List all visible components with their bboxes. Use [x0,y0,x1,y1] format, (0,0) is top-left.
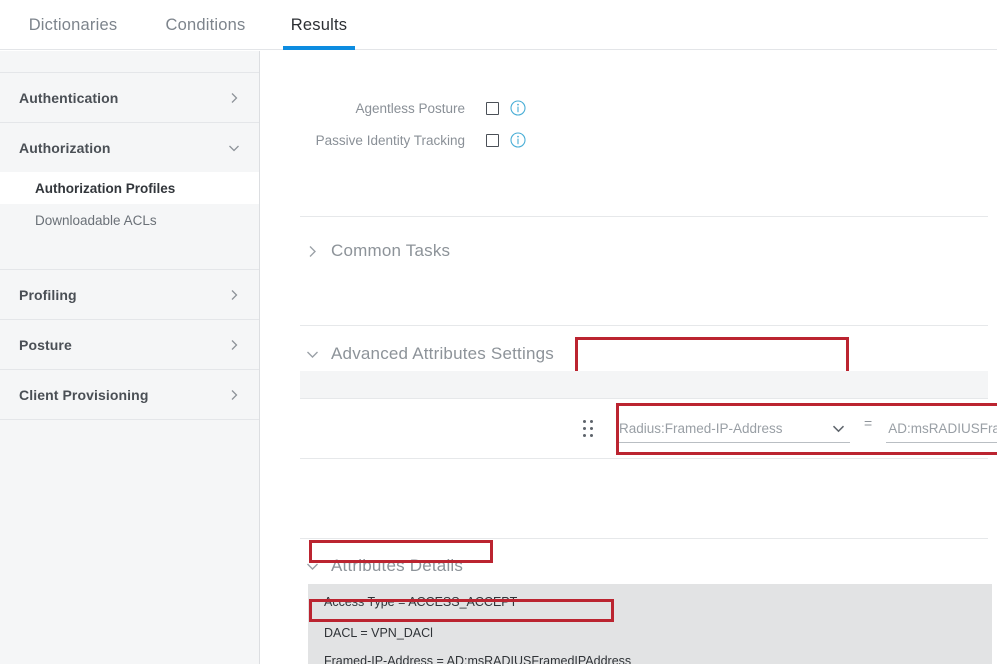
sidebar-group-posture: Posture [0,320,259,370]
attribute-name-select[interactable]: Radius:Framed-IP-Address [617,415,850,443]
sidebar-item-downloadable-acls-label: Downloadable ACLs [35,212,157,228]
info-icon[interactable] [510,132,526,148]
tab-conditions-underline [148,46,263,50]
attribute-detail-line: DACL = VPN_DACl [324,626,433,640]
attribute-value-select-value: AD:msRADIUSFramedIPAddre.. [888,421,997,436]
sidebar-item-authentication-label: Authentication [19,89,119,106]
sidebar-item-posture-label: Posture [19,336,72,353]
sidebar-item-profiling[interactable]: Profiling [0,270,259,319]
tab-results-underline [283,46,355,50]
sidebar-group-authorization: Authorization Authorization Profiles Dow… [0,123,259,270]
sidebar-item-authorization-profiles-label: Authorization Profiles [35,180,176,196]
main-content: Agentless Posture Passive Identity Track… [261,51,997,664]
tab-conditions-label: Conditions [165,15,246,34]
sidebar-item-client-provisioning-label: Client Provisioning [19,386,149,403]
advanced-attribute-row: Radius:Framed-IP-Address = AD:msRADIUSFr… [581,403,997,455]
operator-equals: = [864,415,873,431]
agentless-posture-checkbox[interactable] [486,101,499,115]
sidebar-top-strip [0,51,259,73]
attribute-detail-line: Access Type = ACCESS_ACCEPT [324,595,518,609]
chevron-down-icon [227,141,241,155]
chevron-right-icon [227,338,241,352]
chevron-down-icon [305,559,320,574]
passive-identity-tracking-row: Passive Identity Tracking [310,130,526,150]
tab-results-label: Results [290,15,348,34]
attributes-details-panel: Access Type = ACCESS_ACCEPT DACL = VPN_D… [308,584,992,664]
section-divider [300,216,988,217]
sidebar-group-spacer [0,236,259,269]
sidebar-item-downloadable-acls[interactable]: Downloadable ACLs [0,204,259,236]
sidebar-group-authentication: Authentication [0,73,259,123]
chevron-down-icon [305,347,320,362]
sidebar-item-authorization-label: Authorization [19,139,111,156]
attributes-table-rule [300,458,988,459]
sidebar-item-authorization[interactable]: Authorization [0,123,259,172]
info-icon[interactable] [510,100,526,116]
chevron-right-icon [227,388,241,402]
section-divider [300,538,988,539]
chevron-right-icon [305,244,320,259]
sidebar-item-authentication[interactable]: Authentication [0,73,259,122]
chevron-down-icon [831,421,846,436]
agentless-posture-row: Agentless Posture [310,98,526,118]
passive-identity-tracking-checkbox[interactable] [486,133,499,147]
section-common-tasks-title: Common Tasks [331,241,451,260]
sidebar-group-profiling: Profiling [0,270,259,320]
tab-results[interactable]: Results [283,0,355,50]
sidebar-item-posture[interactable]: Posture [0,320,259,369]
attribute-detail-line: Framed-IP-Address = AD:msRADIUSFramedIPA… [324,654,632,664]
attribute-name-select-value: Radius:Framed-IP-Address [619,421,783,436]
sidebar: Authentication Authorization Authorizati… [0,51,260,664]
tab-dictionaries-label: Dictionaries [28,15,118,34]
agentless-posture-label: Agentless Posture [355,100,465,116]
section-common-tasks[interactable]: Common Tasks [305,241,450,261]
tab-dictionaries[interactable]: Dictionaries [8,0,138,50]
section-divider [300,325,988,326]
sidebar-group-client-provisioning: Client Provisioning [0,370,259,420]
chevron-right-icon [227,91,241,105]
tab-conditions[interactable]: Conditions [148,0,263,50]
attributes-table-header [300,371,988,399]
section-advanced-attributes-settings[interactable]: Advanced Attributes Settings [305,344,554,364]
results-tab-bar: Dictionaries Conditions Results [0,0,997,50]
passive-identity-tracking-label: Passive Identity Tracking [315,132,465,148]
sidebar-item-profiling-label: Profiling [19,286,77,303]
sidebar-item-client-provisioning[interactable]: Client Provisioning [0,370,259,419]
section-attributes-details[interactable]: Attributes Details [305,556,463,576]
section-advanced-attributes-settings-title: Advanced Attributes Settings [331,344,554,363]
attribute-value-select[interactable]: AD:msRADIUSFramedIPAddre.. [886,415,997,443]
section-attributes-details-title: Attributes Details [331,556,464,575]
chevron-right-icon [227,288,241,302]
tab-dictionaries-underline [8,46,138,50]
sidebar-item-authorization-profiles[interactable]: Authorization Profiles [0,172,259,204]
drag-handle-icon[interactable] [581,420,595,438]
